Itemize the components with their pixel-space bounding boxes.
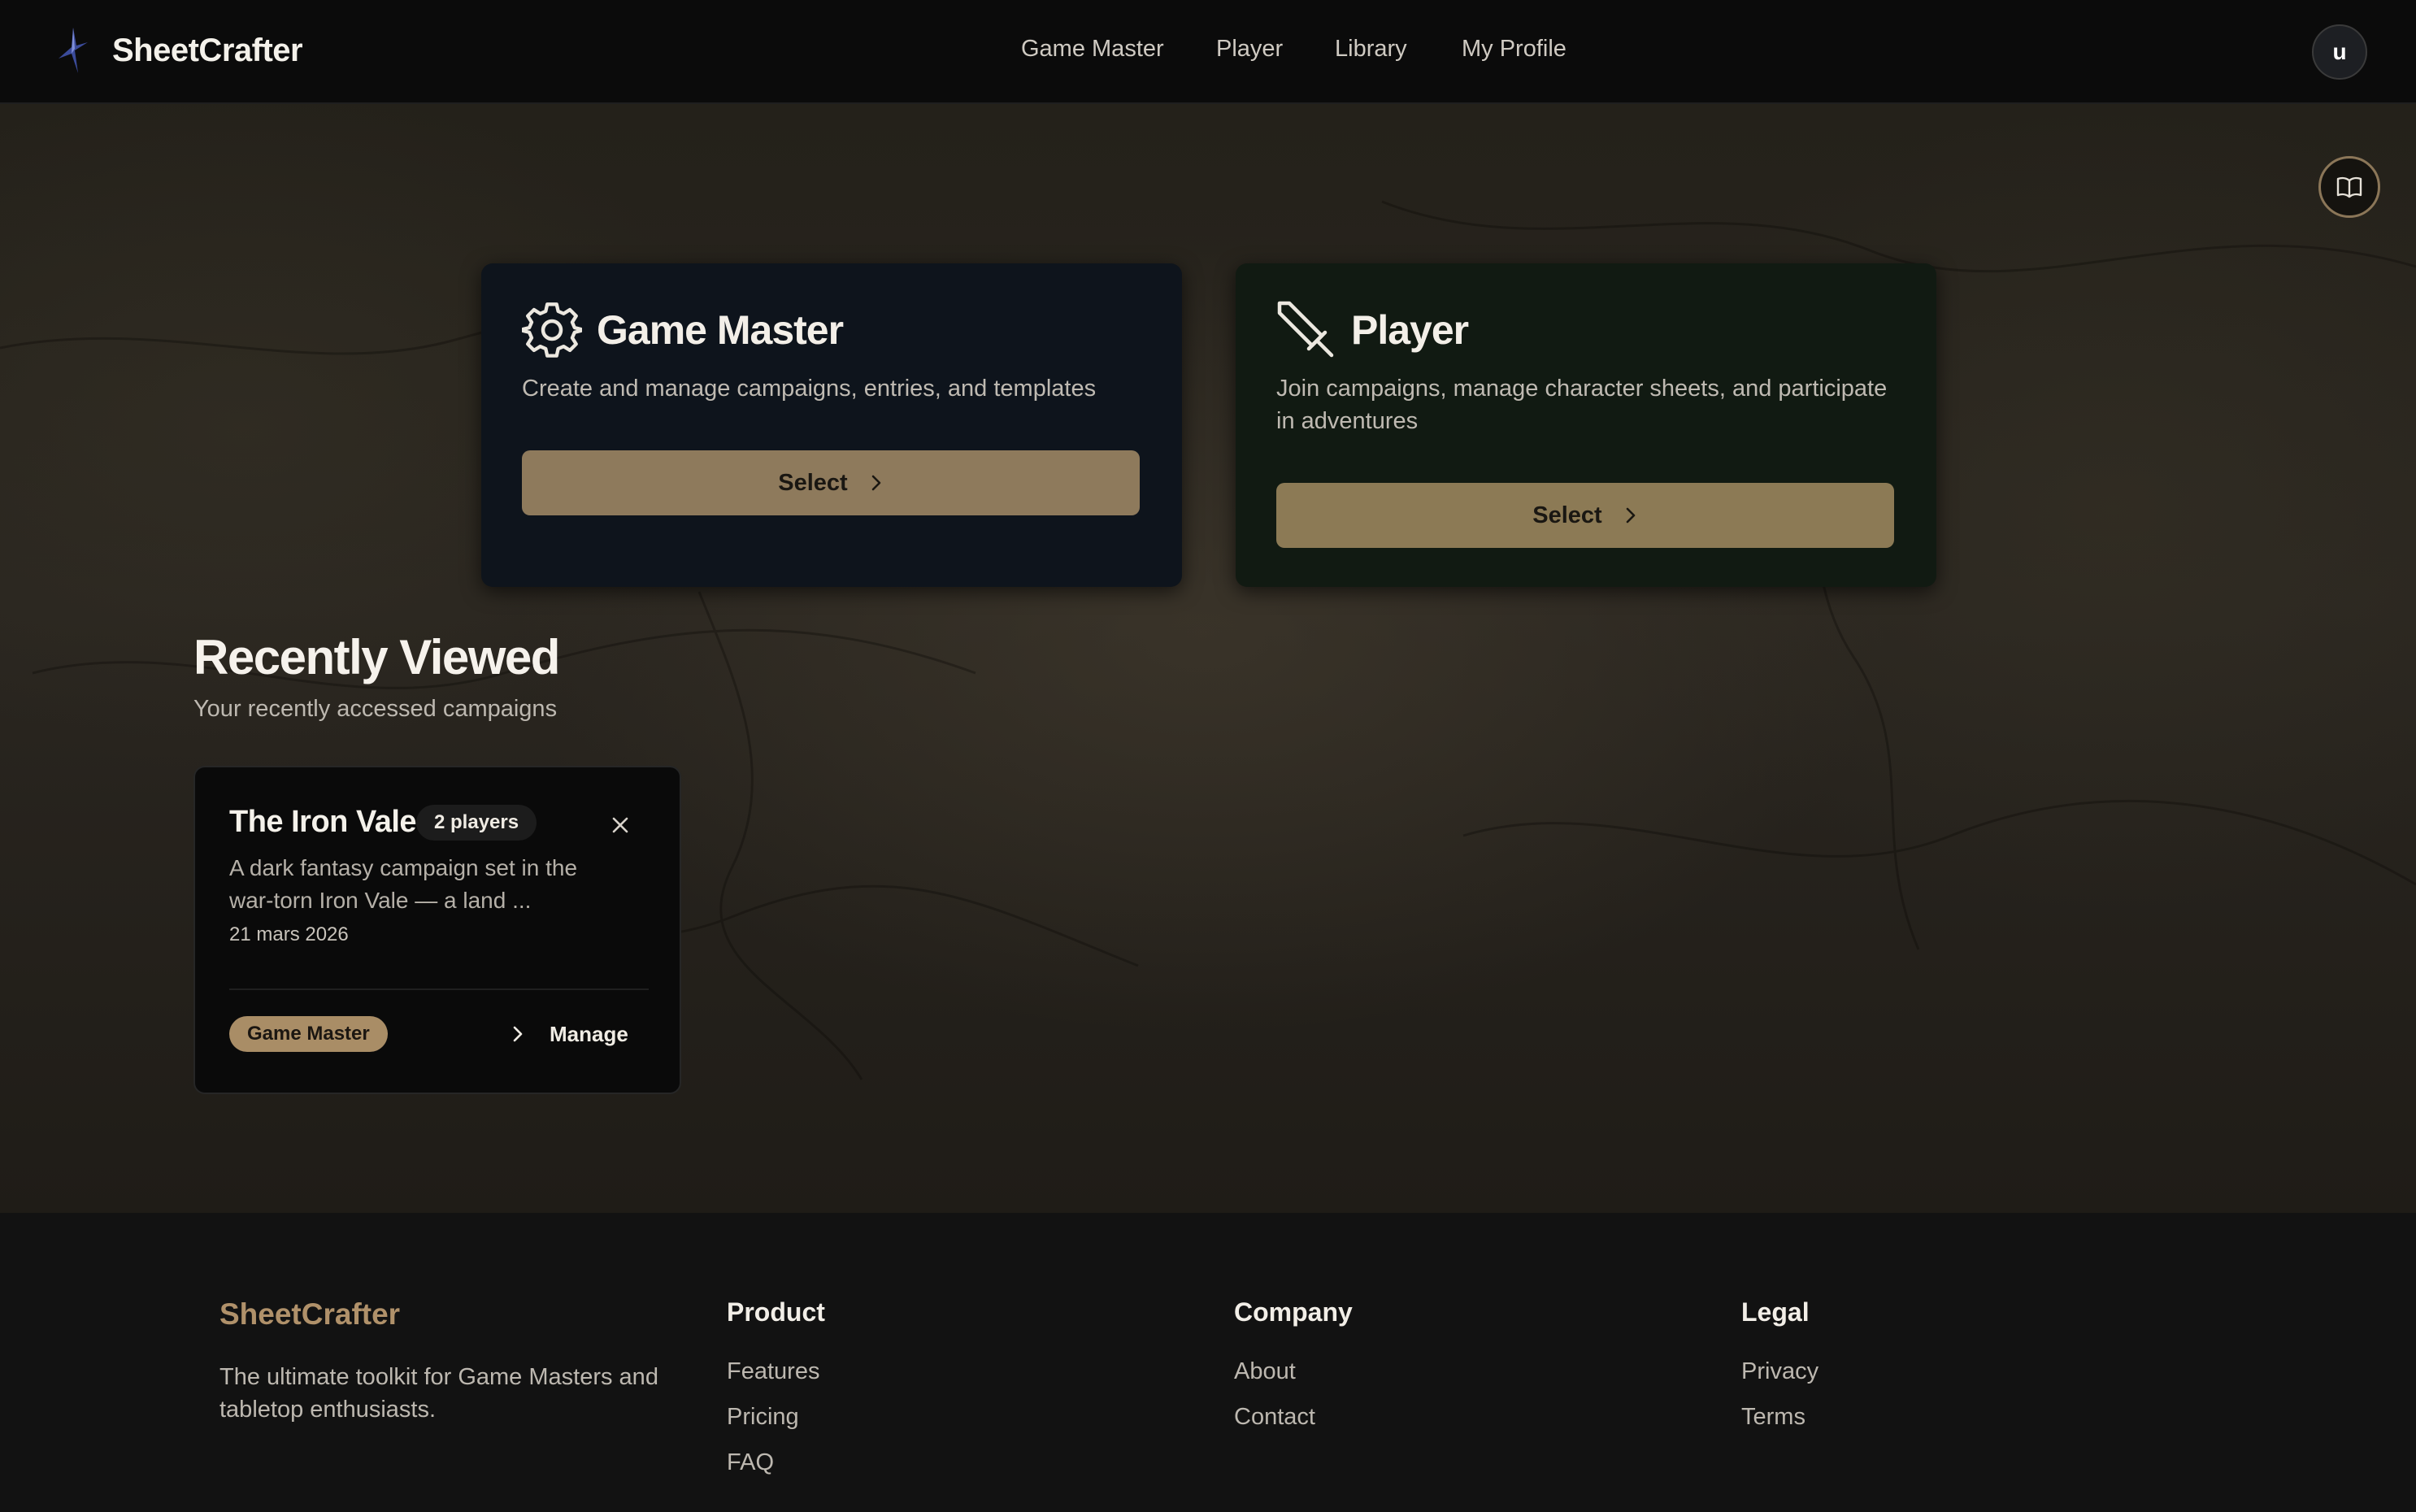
divider	[229, 988, 649, 990]
footer: SheetCrafter The ultimate toolkit for Ga…	[0, 1213, 2416, 1512]
recently-viewed-title: Recently Viewed	[193, 630, 560, 684]
footer-link-terms[interactable]: Terms	[1741, 1402, 1819, 1448]
footer-link-faq[interactable]: FAQ	[727, 1448, 825, 1493]
nav-game-master[interactable]: Game Master	[1021, 36, 1164, 63]
game-master-title: Game Master	[597, 307, 844, 353]
game-master-select-button[interactable]: Select	[522, 450, 1140, 515]
book-icon	[2336, 176, 2362, 198]
footer-link-features[interactable]: Features	[727, 1357, 825, 1402]
brand-logo[interactable]: SheetCrafter	[55, 26, 303, 75]
role-badge: Game Master	[229, 1016, 388, 1052]
nav-library[interactable]: Library	[1335, 36, 1407, 63]
select-label: Select	[778, 469, 848, 496]
sword-icon	[1277, 301, 1334, 358]
footer-link-pricing[interactable]: Pricing	[727, 1402, 825, 1448]
quill-logo-icon	[59, 28, 88, 73]
game-master-description: Create and manage campaigns, entries, an…	[522, 376, 1097, 402]
manage-label: Manage	[550, 1021, 628, 1046]
chevron-right-icon	[513, 1026, 523, 1042]
footer-tagline: The ultimate toolkit for Game Masters an…	[219, 1364, 658, 1423]
chevron-right-icon	[871, 475, 881, 491]
footer-column-product: Product Features Pricing FAQ	[727, 1297, 825, 1493]
footer-link-about[interactable]: About	[1234, 1357, 1353, 1402]
footer-link-contact[interactable]: Contact	[1234, 1402, 1353, 1448]
player-card: Player Join campaigns, manage character …	[1236, 263, 1936, 587]
gear-icon	[522, 302, 582, 358]
recently-viewed-subtitle: Your recently accessed campaigns	[193, 696, 558, 722]
campaign-card[interactable]: The Iron Vale 2 players A dark fantasy c…	[193, 766, 681, 1094]
top-header: SheetCrafter Game Master Player Library …	[0, 0, 2416, 104]
player-description: Join campaigns, manage character sheets,…	[1276, 376, 1888, 434]
footer-column-company: Company About Contact	[1234, 1297, 1353, 1448]
nav-player[interactable]: Player	[1216, 36, 1283, 63]
footer-link-privacy[interactable]: Privacy	[1741, 1357, 1819, 1402]
chevron-right-icon	[1626, 507, 1636, 524]
player-count-badge: 2 players	[416, 805, 537, 841]
footer-column-title: Legal	[1741, 1297, 1810, 1327]
campaign-date: 21 mars 2026	[229, 923, 349, 945]
nav-my-profile[interactable]: My Profile	[1462, 36, 1566, 63]
user-avatar[interactable]: u	[2312, 24, 2367, 80]
manage-button[interactable]: Manage	[512, 1016, 628, 1052]
rules-book-button[interactable]	[2318, 156, 2380, 218]
select-label: Select	[1532, 502, 1602, 528]
player-select-button[interactable]: Select	[1276, 483, 1894, 548]
footer-column-legal: Legal Privacy Terms	[1741, 1297, 1819, 1448]
player-title: Player	[1351, 307, 1469, 353]
close-icon[interactable]	[611, 816, 629, 834]
brand-name: SheetCrafter	[112, 32, 303, 68]
footer-column-title: Product	[727, 1297, 825, 1327]
game-master-card: Game Master Create and manage campaigns,…	[481, 263, 1182, 587]
footer-column-title: Company	[1234, 1297, 1353, 1327]
footer-brand[interactable]: SheetCrafter	[219, 1297, 400, 1332]
campaign-description: A dark fantasy campaign set in the war-t…	[229, 855, 578, 913]
campaign-name: The Iron Vale	[229, 805, 417, 839]
